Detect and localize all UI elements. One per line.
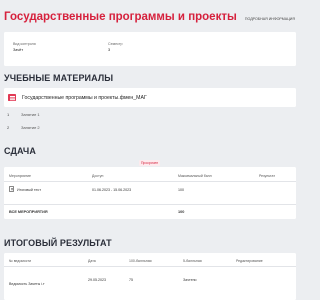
lesson-title[interactable]: Занятие 2	[21, 125, 40, 130]
details-link[interactable]: ПОДРОБНАЯ ИНФОРМАЦИЯ	[245, 17, 295, 21]
row-divider	[4, 266, 296, 267]
control-type-value: Зачёт	[13, 47, 24, 52]
column-header-score-5: 5-балльная	[183, 259, 202, 263]
lesson-row[interactable]: 1 Занятие 1	[4, 108, 296, 120]
lesson-number: 1	[7, 111, 10, 117]
lesson-number: 2	[7, 124, 10, 130]
row-divider	[4, 181, 296, 182]
control-type-label: Вид контроля	[13, 42, 36, 46]
course-card[interactable]: Государственные программы и проекты.фмен…	[4, 88, 296, 107]
max-score: 100	[178, 188, 184, 192]
book-icon	[8, 94, 16, 101]
test-icon	[9, 186, 14, 192]
score-5: Зачтено	[183, 278, 197, 282]
event-name[interactable]: Итоговый тест	[17, 188, 41, 192]
column-header-date: Дата	[88, 259, 96, 263]
status-badge: Просрочен	[139, 160, 161, 166]
submission-heading: СДАЧА	[4, 146, 36, 156]
materials-heading: УЧЕБНЫЕ МАТЕРИАЛЫ	[4, 73, 114, 83]
total-label: ВСЕ МЕРОПРИЯТИЯ	[9, 210, 48, 214]
score-100: 75	[129, 278, 133, 282]
final-result-table: № ведомости Дата 100-балльная 5-балльная…	[4, 253, 296, 300]
column-header-access: Доступ	[92, 174, 104, 178]
info-card: Вид контроля Зачёт Семестр 3	[4, 32, 296, 66]
column-header-max-score: Максимальный балл	[178, 174, 212, 178]
column-header-editing: Редактирование	[236, 259, 263, 263]
control-type-field: Вид контроля Зачёт	[13, 42, 36, 52]
column-header-result: Результат	[259, 174, 275, 178]
final-result-heading: ИТОГОВЫЙ РЕЗУЛЬТАТ	[4, 238, 112, 248]
submission-table: Мероприятие Доступ Максимальный балл Рез…	[4, 167, 296, 219]
statement-link[interactable]: Ведомость Зачеты і.т	[9, 282, 45, 286]
column-header-score-100: 100-балльная	[129, 259, 152, 263]
row-divider	[4, 204, 296, 205]
result-date: 29.05.2023	[88, 278, 106, 282]
lesson-row[interactable]: 2 Занятие 2	[4, 121, 296, 133]
total-value: 100	[178, 210, 185, 214]
column-header-statement: № ведомости	[9, 259, 32, 263]
page-title: Государственные программы и проекты	[4, 11, 237, 23]
semester-field: Семестр 3	[108, 42, 123, 52]
semester-value: 3	[108, 47, 111, 52]
lesson-title[interactable]: Занятие 1	[21, 112, 40, 117]
semester-label: Семестр	[108, 42, 123, 46]
column-header-event: Мероприятие	[9, 174, 31, 178]
access-period: 01.06.2023 - 15.06.2023	[92, 188, 132, 192]
course-title[interactable]: Государственные программы и проекты.фмен…	[22, 95, 147, 101]
